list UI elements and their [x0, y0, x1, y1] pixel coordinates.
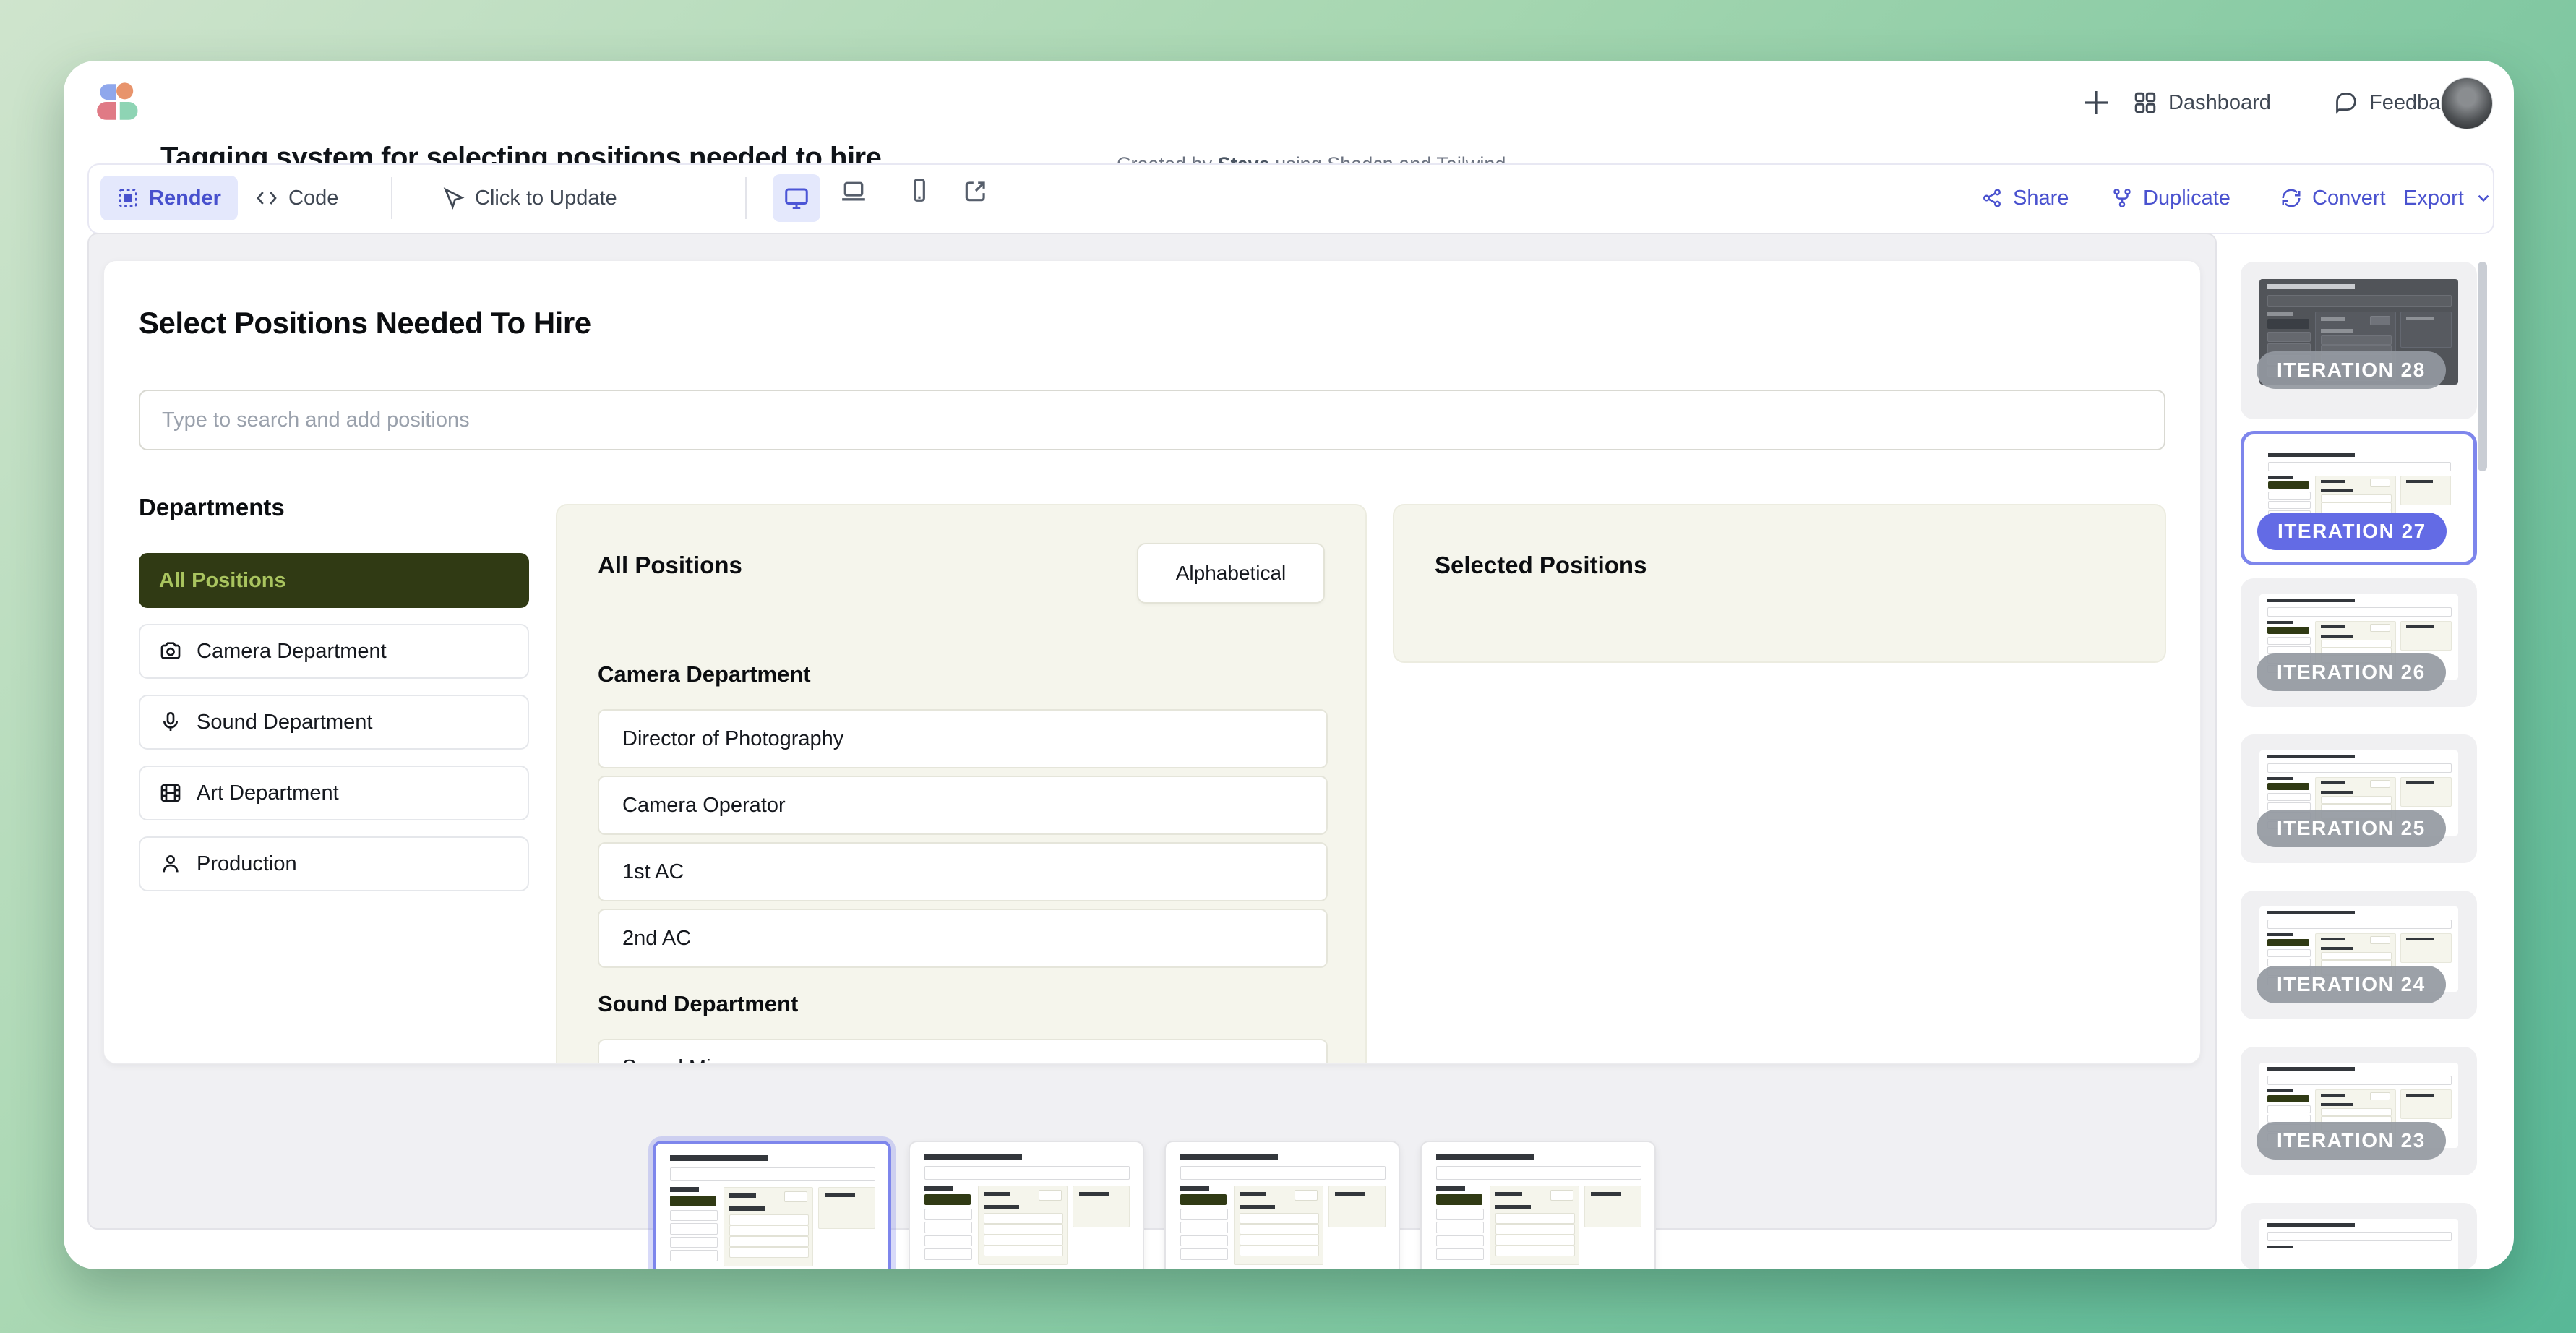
convert-button[interactable]: Convert [2280, 176, 2386, 220]
share-button[interactable]: Share [1981, 176, 2069, 220]
iteration-badge-selected: ITERATION 27 [2257, 513, 2447, 550]
export-label: Export [2403, 187, 2464, 210]
film-icon [159, 781, 182, 805]
toolbar-divider [391, 177, 392, 219]
position-item[interactable]: 2nd AC [598, 909, 1328, 968]
history-thumbnail[interactable] [1420, 1141, 1656, 1269]
department-sound[interactable]: Sound Department [139, 695, 529, 750]
magic-patterns-logo [94, 78, 142, 126]
iteration-badge: ITERATION 25 [2257, 810, 2446, 847]
department-camera[interactable]: Camera Department [139, 624, 529, 679]
export-button[interactable]: Export [2403, 176, 2493, 220]
dashboard-grid-icon [2132, 90, 2158, 116]
render-label: Render [149, 187, 221, 210]
code-label: Code [288, 187, 338, 210]
laptop-view-button[interactable] [839, 177, 868, 206]
iteration-card-25[interactable]: ITERATION 25 [2241, 734, 2477, 863]
iteration-card-partial[interactable] [2241, 1203, 2477, 1269]
history-thumbnail-selected[interactable] [653, 1141, 891, 1269]
smartphone-icon [906, 176, 933, 204]
search-input[interactable] [139, 390, 2165, 450]
laptop-icon [839, 177, 868, 206]
app-heading: Select Positions Needed To Hire [139, 306, 591, 340]
position-item[interactable]: Sound Mixer [598, 1039, 1328, 1064]
all-positions-heading: All Positions [598, 552, 742, 579]
app-preview: Select Positions Needed To Hire Departme… [103, 260, 2201, 1064]
iteration-badge: ITERATION 23 [2257, 1122, 2446, 1160]
position-item[interactable]: 1st AC [598, 842, 1328, 901]
app-window: Tagging system for selecting positions n… [64, 61, 2514, 1269]
open-preview-button[interactable] [962, 177, 989, 205]
render-icon [117, 187, 139, 209]
department-production[interactable]: Production [139, 836, 529, 891]
duplicate-button[interactable]: Duplicate [2111, 176, 2231, 220]
convert-icon [2280, 187, 2302, 209]
sidebar-scrollbar[interactable] [2478, 262, 2487, 471]
department-all-positions[interactable]: All Positions [139, 553, 529, 608]
click-to-update-label: Click to Update [475, 187, 617, 210]
chat-bubble-icon [2333, 90, 2359, 116]
iteration-card-24[interactable]: ITERATION 24 [2241, 891, 2477, 1019]
iteration-badge: ITERATION 24 [2257, 966, 2446, 1003]
position-item[interactable]: Director of Photography [598, 709, 1328, 768]
position-item[interactable]: Camera Operator [598, 776, 1328, 835]
chevron-down-icon [2474, 189, 2493, 207]
plus-icon[interactable] [2079, 85, 2113, 120]
iteration-badge: ITERATION 28 [2257, 351, 2446, 389]
code-icon [255, 187, 278, 210]
camera-icon [159, 640, 182, 663]
iteration-card-23[interactable]: ITERATION 23 [2241, 1047, 2477, 1175]
microphone-icon [159, 711, 182, 734]
alphabetical-sort-button[interactable]: Alphabetical [1137, 543, 1325, 604]
mobile-view-button[interactable] [906, 176, 933, 204]
monitor-icon [783, 185, 810, 211]
departments-heading: Departments [139, 494, 285, 521]
header: Tagging system for selecting positions n… [64, 61, 2514, 163]
convert-label: Convert [2312, 187, 2386, 210]
iteration-card-27[interactable]: ITERATION 27 [2241, 431, 2477, 565]
user-icon [159, 852, 182, 875]
history-thumbnail[interactable] [909, 1141, 1144, 1269]
all-positions-panel: All Positions Alphabetical Camera Depart… [556, 504, 1367, 1064]
selected-positions-panel: Selected Positions [1393, 504, 2166, 663]
iteration-badge: ITERATION 26 [2257, 653, 2446, 691]
code-tab[interactable]: Code [255, 176, 338, 220]
dashboard-label: Dashboard [2168, 91, 2271, 115]
group-heading-camera: Camera Department [598, 661, 811, 687]
cursor-icon [442, 187, 465, 210]
toolbar-divider-2 [745, 177, 747, 219]
department-art[interactable]: Art Department [139, 766, 529, 820]
click-to-update-button[interactable]: Click to Update [442, 176, 617, 220]
selected-positions-heading: Selected Positions [1435, 552, 1647, 579]
group-heading-sound: Sound Department [598, 991, 798, 1017]
toolbar: Render Code Click to Update Share [87, 163, 2494, 234]
render-tab[interactable]: Render [100, 176, 238, 220]
canvas-area: Select Positions Needed To Hire Departme… [87, 233, 2217, 1230]
dashboard-button[interactable]: Dashboard [2132, 88, 2271, 117]
user-avatar[interactable] [2441, 77, 2493, 129]
fork-icon [2111, 187, 2133, 209]
open-in-new-icon [962, 177, 989, 205]
history-thumbnail[interactable] [1164, 1141, 1400, 1269]
desktop-view-button[interactable] [773, 174, 820, 222]
share-label: Share [2013, 187, 2069, 210]
duplicate-label: Duplicate [2143, 187, 2231, 210]
iteration-card-26[interactable]: ITERATION 26 [2241, 578, 2477, 707]
share-icon [1981, 187, 2003, 209]
iteration-card-28[interactable]: ITERATION 28 [2241, 262, 2477, 419]
